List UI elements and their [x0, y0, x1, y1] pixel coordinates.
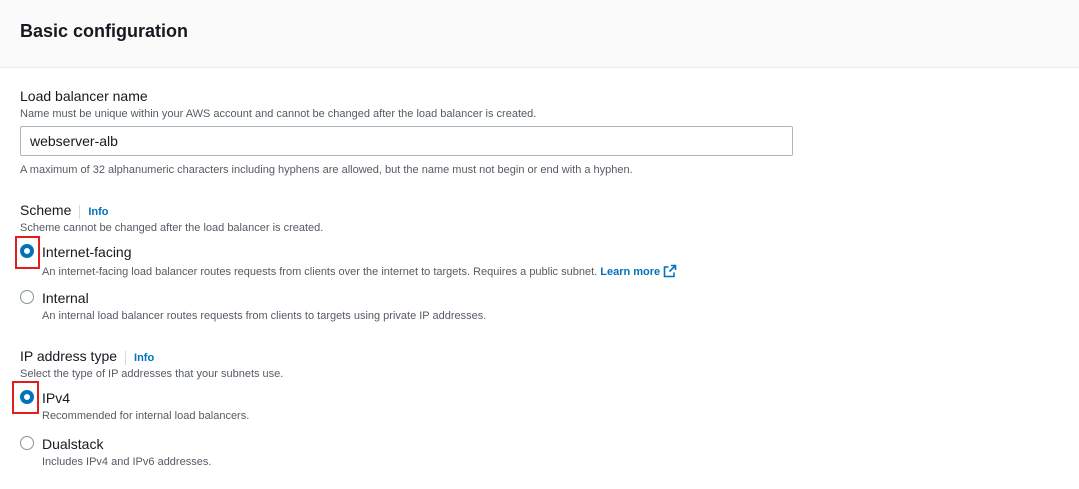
internet-facing-description-text: An internet-facing load balancer routes … [42, 266, 598, 278]
dualstack-radio[interactable] [20, 436, 34, 450]
scheme-label-row: Scheme Info [20, 202, 109, 219]
ip-type-description: Select the type of IP addresses that you… [20, 368, 284, 380]
internet-facing-description: An internet-facing load balancer routes … [42, 264, 677, 278]
internet-facing-label[interactable]: Internet-facing [42, 244, 132, 260]
internal-radio[interactable] [20, 290, 34, 304]
section-header: Basic configuration [0, 0, 1079, 68]
scheme-label: Scheme [20, 202, 72, 218]
name-label: Load balancer name [20, 88, 148, 104]
section-title: Basic configuration [20, 21, 189, 41]
name-constraint: A maximum of 32 alphanumeric characters … [20, 164, 633, 176]
internet-facing-radio[interactable] [20, 244, 34, 258]
internal-description: An internal load balancer routes request… [42, 310, 487, 322]
internal-label[interactable]: Internal [42, 290, 89, 306]
ipv4-label[interactable]: IPv4 [42, 390, 70, 406]
ip-type-info-link[interactable]: Info [125, 351, 154, 365]
ip-type-label: IP address type [20, 348, 118, 364]
external-link-icon[interactable] [663, 264, 677, 278]
learn-more-label[interactable]: Learn more [600, 266, 660, 278]
learn-more-link[interactable]: Learn more [600, 264, 677, 278]
dualstack-description: Includes IPv4 and IPv6 addresses. [42, 456, 212, 468]
scheme-description: Scheme cannot be changed after the load … [20, 222, 324, 234]
load-balancer-name-input[interactable] [20, 126, 793, 156]
ipv4-description: Recommended for internal load balancers. [42, 410, 250, 422]
dualstack-label[interactable]: Dualstack [42, 436, 103, 452]
ip-type-label-row: IP address type Info [20, 348, 154, 365]
ipv4-radio[interactable] [20, 390, 34, 404]
name-description: Name must be unique within your AWS acco… [20, 108, 537, 120]
scheme-info-link[interactable]: Info [79, 205, 109, 219]
